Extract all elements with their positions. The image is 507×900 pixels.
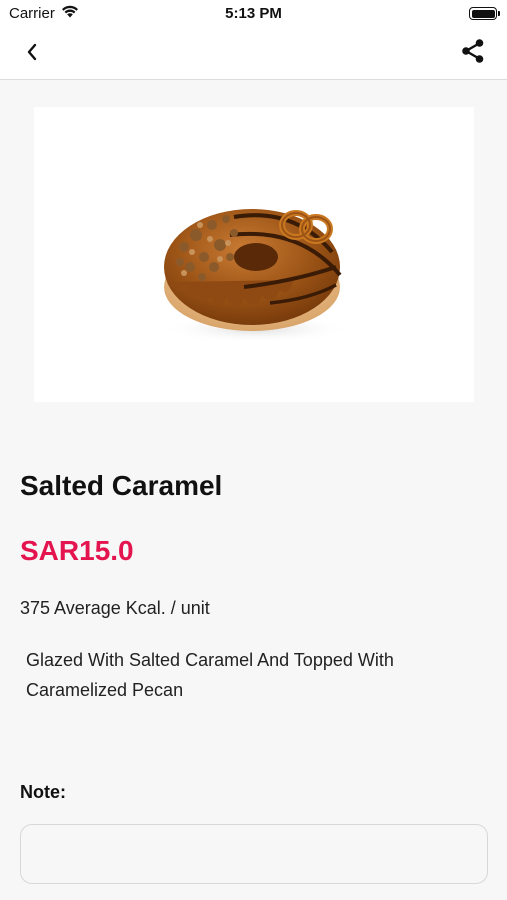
battery-full-icon	[469, 7, 500, 20]
product-price: SAR15.0	[20, 535, 134, 566]
product-calories: 375 Average Kcal. / unit	[20, 598, 210, 618]
status-time: 5:13 PM	[225, 5, 282, 22]
chevron-left-icon	[26, 43, 38, 66]
product-image	[34, 107, 474, 402]
caramel-donut-image	[161, 209, 351, 343]
status-bar: Carrier 5:13 PM	[0, 0, 507, 28]
note-input[interactable]	[20, 824, 488, 884]
share-icon	[460, 38, 486, 69]
navigation-bar	[0, 28, 507, 80]
share-button[interactable]	[459, 38, 487, 69]
product-title: Salted Caramel	[20, 470, 223, 501]
product-description: Glazed With Salted Caramel And Topped Wi…	[26, 650, 394, 700]
back-button[interactable]	[18, 40, 46, 68]
note-label: Note:	[20, 782, 66, 802]
